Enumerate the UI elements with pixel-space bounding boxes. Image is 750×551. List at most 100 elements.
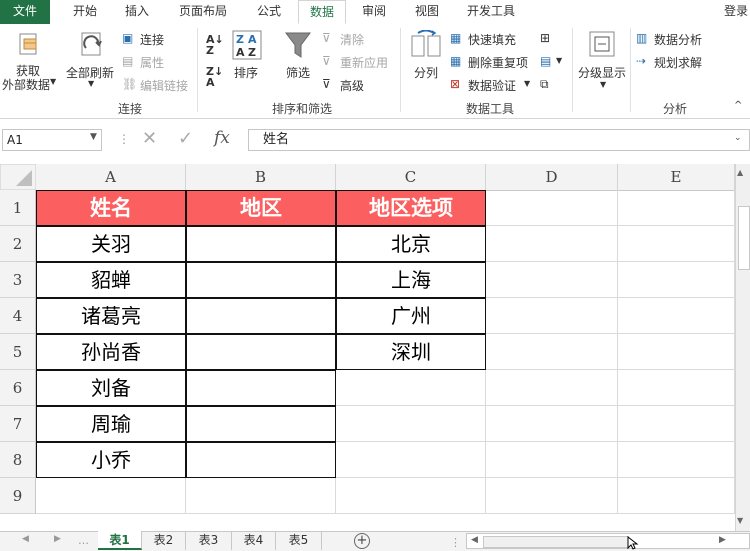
reapply-button[interactable]: 重新应用: [340, 54, 388, 71]
advanced-button[interactable]: 高级: [340, 77, 364, 94]
tab-developer[interactable]: 开发工具: [458, 0, 524, 24]
tab-file[interactable]: 文件: [0, 0, 50, 24]
relationships-icon[interactable]: ⧉: [540, 77, 549, 92]
cell-a6[interactable]: 刘备: [36, 370, 186, 406]
cell-a2[interactable]: 关羽: [36, 226, 186, 262]
cell-c4[interactable]: 广州: [336, 298, 486, 334]
refresh-all-icon[interactable]: [76, 30, 108, 60]
scroll-left-icon[interactable]: ◀: [471, 535, 478, 545]
tab-insert[interactable]: 插入: [114, 0, 160, 24]
cell-b6[interactable]: [186, 370, 336, 406]
prev-sheet-icon[interactable]: ◀: [22, 534, 29, 544]
cancel-icon[interactable]: ✕: [142, 128, 157, 149]
cell-b4[interactable]: [186, 298, 336, 334]
cell-a5[interactable]: 孙尚香: [36, 334, 186, 370]
formula-input[interactable]: 姓名: [248, 129, 750, 151]
row-header-2[interactable]: 2: [0, 226, 36, 262]
cell-d1[interactable]: [486, 190, 618, 226]
sheet-tab-2[interactable]: 表2: [142, 531, 186, 550]
cell-e8[interactable]: [618, 442, 735, 478]
column-header-c[interactable]: C: [336, 164, 486, 190]
filter-button[interactable]: 筛选: [286, 64, 310, 81]
cell-e9[interactable]: [618, 478, 735, 514]
row-header-7[interactable]: 7: [0, 406, 36, 442]
text-to-columns-icon[interactable]: [410, 30, 442, 60]
enter-icon[interactable]: ✓: [178, 128, 193, 149]
cell-e5[interactable]: [618, 334, 735, 370]
cell-e7[interactable]: [618, 406, 735, 442]
cell-d3[interactable]: [486, 262, 618, 298]
dropdown-arrow-icon[interactable]: ▼: [600, 80, 606, 89]
tab-data[interactable]: 数据: [298, 0, 346, 24]
dropdown-arrow-icon[interactable]: ▼: [556, 56, 562, 65]
cell-b1[interactable]: 地区: [186, 190, 336, 226]
sort-button[interactable]: 排序: [234, 64, 258, 81]
flash-fill-button[interactable]: 快速填充: [468, 31, 516, 48]
cell-d5[interactable]: [486, 334, 618, 370]
dropdown-arrow-icon[interactable]: ▼: [524, 79, 530, 88]
cell-a3[interactable]: 貂蝉: [36, 262, 186, 298]
get-external-data-icon[interactable]: [16, 30, 42, 58]
cell-a9[interactable]: [36, 478, 186, 514]
cell-c3[interactable]: 上海: [336, 262, 486, 298]
row-header-3[interactable]: 3: [0, 262, 36, 298]
get-external-data-label-2[interactable]: 外部数据: [2, 76, 50, 93]
outline-show-button[interactable]: 分级显示: [578, 64, 626, 81]
row-header-9[interactable]: 9: [0, 478, 36, 514]
cell-b7[interactable]: [186, 406, 336, 442]
cell-d2[interactable]: [486, 226, 618, 262]
sheet-more-icon[interactable]: …: [78, 534, 89, 547]
cell-e1[interactable]: [618, 190, 735, 226]
cell-e3[interactable]: [618, 262, 735, 298]
cell-b8[interactable]: [186, 442, 336, 478]
vertical-scrollbar[interactable]: ▲ ▼: [735, 164, 750, 531]
column-header-d[interactable]: D: [486, 164, 618, 190]
expand-formula-bar-icon[interactable]: ⌄: [734, 133, 742, 143]
tab-page-layout[interactable]: 页面布局: [170, 0, 236, 24]
scroll-up-icon[interactable]: ▲: [737, 168, 743, 177]
cell-d7[interactable]: [486, 406, 618, 442]
tab-formulas[interactable]: 公式: [246, 0, 292, 24]
cell-d8[interactable]: [486, 442, 618, 478]
cell-c7[interactable]: [336, 406, 486, 442]
outline-icon[interactable]: [588, 30, 616, 58]
next-sheet-icon[interactable]: ▶: [54, 534, 61, 544]
cell-a1[interactable]: 姓名: [36, 190, 186, 226]
column-header-e[interactable]: E: [618, 164, 735, 190]
data-analysis-button[interactable]: 数据分析: [654, 31, 702, 48]
row-header-4[interactable]: 4: [0, 298, 36, 334]
column-header-a[interactable]: A: [36, 164, 186, 190]
edit-links-button[interactable]: 编辑链接: [140, 77, 188, 94]
cell-a4[interactable]: 诸葛亮: [36, 298, 186, 334]
select-all-icon[interactable]: [0, 164, 36, 190]
sheet-tab-5[interactable]: 表5: [276, 531, 322, 550]
cell-d9[interactable]: [486, 478, 618, 514]
dropdown-arrow-icon[interactable]: ▼: [50, 77, 56, 86]
horizontal-scroll-thumb[interactable]: [483, 536, 629, 548]
properties-button[interactable]: 属性: [140, 54, 164, 71]
worksheet-grid[interactable]: 1 姓名 地区 地区选项 2 关羽 北京 3 貂蝉 上海 4 诸葛亮 广州 5 孙尚香 深圳 6 刘备 7 周瑜 8 小乔…: [0, 190, 735, 531]
sort-za-icon[interactable]: Z↓ A: [206, 66, 223, 88]
sheet-tab-3[interactable]: 表3: [186, 531, 232, 550]
cell-d6[interactable]: [486, 370, 618, 406]
sheet-tab-1[interactable]: 表1: [98, 531, 142, 550]
row-header-8[interactable]: 8: [0, 442, 36, 478]
cell-b3[interactable]: [186, 262, 336, 298]
name-box-dropdown-icon[interactable]: ▼: [90, 132, 97, 142]
cell-e2[interactable]: [618, 226, 735, 262]
cell-e4[interactable]: [618, 298, 735, 334]
tab-home[interactable]: 开始: [62, 0, 108, 24]
horizontal-scrollbar[interactable]: ◀ ▶: [466, 533, 750, 549]
data-validation-button[interactable]: 数据验证: [468, 77, 516, 94]
sheet-tab-4[interactable]: 表4: [232, 531, 276, 550]
dropdown-arrow-icon[interactable]: ▼: [88, 79, 94, 88]
row-header-1[interactable]: 1: [0, 190, 36, 226]
cell-a7[interactable]: 周瑜: [36, 406, 186, 442]
cell-c2[interactable]: 北京: [336, 226, 486, 262]
vertical-scroll-thumb[interactable]: [738, 206, 750, 270]
remove-duplicates-button[interactable]: 删除重复项: [468, 54, 528, 71]
what-if-analysis-icon[interactable]: ▤: [540, 54, 551, 68]
scroll-right-icon[interactable]: ▶: [719, 535, 726, 545]
row-header-5[interactable]: 5: [0, 334, 36, 370]
sort-icon[interactable]: Z A A Z: [232, 30, 262, 60]
